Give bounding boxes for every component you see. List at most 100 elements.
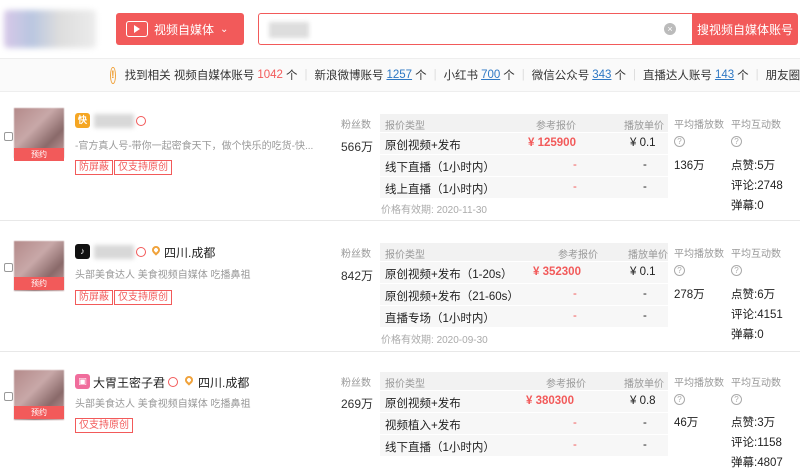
top-bar: 视频自媒体 ⌄ × 搜视频自媒体账号 bbox=[0, 0, 800, 58]
help-icon[interactable]: ? bbox=[674, 265, 685, 276]
likes-value: 3万 bbox=[757, 417, 776, 429]
search-link-icon[interactable] bbox=[168, 377, 178, 387]
select-checkbox[interactable] bbox=[4, 132, 13, 141]
summary-item-count[interactable]: 700 bbox=[481, 69, 500, 81]
select-checkbox[interactable] bbox=[4, 392, 13, 401]
avg-play-count: 46万 bbox=[674, 417, 699, 429]
reserve-badge[interactable]: 预约 bbox=[14, 148, 64, 161]
fans-label: 粉丝数 bbox=[341, 120, 371, 131]
clear-icon[interactable]: × bbox=[664, 23, 676, 35]
ref-price: - bbox=[573, 159, 577, 171]
price-type: 线下直播（1小时内） bbox=[385, 442, 495, 454]
likes-count: 点赞:6万 bbox=[731, 286, 775, 302]
account-desc: 头部美食达人 美食视频自媒体 吃播鼻祖 bbox=[75, 399, 251, 410]
summary-item-count[interactable]: 343 bbox=[592, 69, 611, 81]
help-icon[interactable]: ? bbox=[731, 136, 742, 147]
comments-count: 评论:1158 bbox=[731, 434, 782, 450]
tag-original-only: 仅支持原创 bbox=[114, 160, 172, 175]
likes-label: 点赞: bbox=[731, 417, 758, 429]
col-ref-price: 参考报价 bbox=[546, 379, 586, 390]
price-valid-date: 2020-11-30 bbox=[436, 205, 487, 216]
fans-count: 566万 bbox=[341, 140, 374, 154]
account-name-blurred[interactable] bbox=[94, 245, 134, 259]
account-name[interactable]: 大胃王密子君 bbox=[93, 374, 165, 391]
summary-item-unit: 个 bbox=[614, 70, 626, 82]
unit-price: - bbox=[643, 181, 647, 193]
likes-value: 6万 bbox=[757, 289, 776, 301]
price-row: 视频植入+发布 - - bbox=[380, 412, 668, 434]
site-logo[interactable] bbox=[4, 10, 96, 48]
price-valid-until: 价格有效期: 2020-09-30 bbox=[381, 331, 488, 346]
summary-item-count[interactable]: 143 bbox=[715, 69, 734, 81]
search-input[interactable]: × bbox=[258, 13, 692, 45]
chevron-down-icon: ⌄ bbox=[220, 23, 229, 35]
ref-price: - bbox=[573, 417, 577, 429]
platform-select-button[interactable]: 视频自媒体 ⌄ bbox=[116, 13, 244, 45]
help-icon[interactable]: ? bbox=[731, 265, 742, 276]
ref-price: ¥ 380300 bbox=[526, 395, 574, 407]
danmu-label: 弹幕: bbox=[731, 200, 758, 212]
price-valid-date: 2020-09-30 bbox=[436, 335, 488, 346]
account-location: 四川.成都 bbox=[164, 246, 216, 260]
search-button[interactable]: 搜视频自媒体账号 bbox=[692, 13, 798, 45]
search-link-icon[interactable] bbox=[136, 247, 146, 257]
summary-item-label: 新浪微博账号 bbox=[314, 70, 384, 82]
result-summary-bar: ! 找到相关 视频自媒体账号 1042 个 | 新浪微博账号 1257 个 | … bbox=[0, 58, 800, 92]
unit-price: - bbox=[643, 439, 647, 451]
price-type: 原创视频+发布（1-20s） bbox=[385, 269, 513, 281]
comments-count: 评论:2748 bbox=[731, 177, 783, 193]
likes-label: 点赞: bbox=[731, 289, 758, 301]
price-valid-label: 价格有效期: bbox=[381, 335, 434, 346]
unit-price: - bbox=[643, 417, 647, 429]
col-unit-price: 播放单价 bbox=[624, 121, 664, 132]
price-row: 原创视频+发布（21-60s） - - bbox=[380, 283, 668, 305]
likes-count: 点赞:3万 bbox=[731, 414, 775, 430]
price-type: 原创视频+发布 bbox=[385, 140, 461, 152]
price-table-header: 报价类型 参考报价 播放单价 bbox=[380, 114, 668, 132]
account-name-blurred[interactable] bbox=[94, 114, 134, 128]
summary-prefix: 找到相关 bbox=[124, 70, 171, 82]
divider: | bbox=[632, 69, 636, 81]
help-icon[interactable]: ? bbox=[731, 394, 742, 405]
help-icon[interactable]: ? bbox=[674, 136, 685, 147]
account-row: 预约 ♪ 四川.成都 头部美食达人 美食视频自媒体 吃播鼻祖 防屏蔽 仅支持原创… bbox=[0, 221, 800, 352]
avg-play-count: 278万 bbox=[674, 289, 705, 301]
search-link-icon[interactable] bbox=[136, 116, 146, 126]
summary-item-label[interactable]: 朋友圈 bbox=[766, 67, 800, 83]
likes-label: 点赞: bbox=[731, 160, 758, 172]
tag-original-only: 仅支持原创 bbox=[114, 290, 172, 305]
avg-play-label: 平均播放数 bbox=[674, 249, 724, 260]
summary-item-count[interactable]: 1257 bbox=[386, 69, 412, 81]
select-checkbox[interactable] bbox=[4, 263, 13, 272]
summary-item-count[interactable]: 1042 bbox=[257, 69, 283, 81]
location-pin-icon bbox=[151, 246, 161, 258]
douyin-icon: ♪ bbox=[75, 244, 90, 259]
reserve-badge[interactable]: 预约 bbox=[14, 277, 64, 290]
price-row: 直播专场（1小时内） - - bbox=[380, 305, 668, 327]
price-row: 原创视频+发布 ¥ 380300 ¥ 0.8 bbox=[380, 390, 668, 412]
reserve-badge[interactable]: 预约 bbox=[14, 406, 64, 419]
account-row: 预约 快 -官方真人号-带你一起密食天下，做个快乐的吃货-快... 防屏蔽 仅支… bbox=[0, 92, 800, 221]
price-row: 线上直播（1小时内） - - bbox=[380, 176, 668, 198]
info-icon: ! bbox=[110, 66, 116, 84]
ref-price: - bbox=[573, 310, 577, 322]
help-icon[interactable]: ? bbox=[674, 394, 685, 405]
comments-label: 评论: bbox=[731, 309, 758, 321]
divider: | bbox=[433, 69, 437, 81]
summary-item-label: 直播达人账号 bbox=[642, 70, 712, 82]
price-table: 报价类型 参考报价 播放单价 原创视频+发布 ¥ 380300 ¥ 0.8 视频… bbox=[380, 372, 668, 456]
price-type: 视频植入+发布 bbox=[385, 420, 461, 432]
danmu-value: 0 bbox=[757, 200, 764, 212]
account-location: 四川.成都 bbox=[198, 376, 250, 390]
location-pin-icon bbox=[184, 376, 194, 388]
fans-count: 269万 bbox=[341, 397, 374, 411]
likes-count: 点赞:5万 bbox=[731, 157, 775, 173]
danmu-label: 弹幕: bbox=[731, 457, 758, 469]
tag-anti-block: 防屏蔽 bbox=[75, 290, 113, 305]
video-icon bbox=[126, 21, 148, 37]
summary-item-label: 小红书 bbox=[443, 70, 479, 82]
unit-price: - bbox=[643, 159, 647, 171]
search-query-blurred bbox=[269, 22, 309, 38]
price-valid-until: 价格有效期: 2020-11-30 bbox=[381, 201, 487, 216]
comments-value: 4151 bbox=[757, 309, 783, 321]
